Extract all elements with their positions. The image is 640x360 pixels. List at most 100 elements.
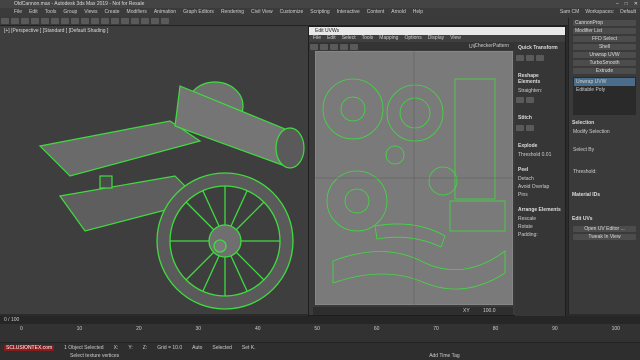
stitch-header[interactable]: Stitch: [515, 113, 565, 123]
uv-menu-file[interactable]: File: [313, 35, 321, 42]
uv-menu-tools[interactable]: Tools: [362, 35, 374, 42]
viewport-label[interactable]: [+] [Perspective ] [Standard ] [Default …: [4, 28, 108, 34]
unlink-icon[interactable]: [31, 18, 39, 24]
align-vertical-icon[interactable]: [526, 55, 534, 61]
uv-menu-options[interactable]: Options: [404, 35, 421, 42]
detach-checkbox[interactable]: Detach: [515, 175, 565, 183]
scale-icon[interactable]: [91, 18, 99, 24]
uv-xy-toggle[interactable]: XY: [463, 308, 470, 314]
turbosmooth-button[interactable]: TurboSmooth: [573, 60, 636, 66]
menu-interactive[interactable]: Interactive: [337, 8, 360, 16]
menu-graph-editors[interactable]: Graph Editors: [183, 8, 214, 16]
stitch-source-icon[interactable]: [516, 125, 524, 131]
render-icon[interactable]: [161, 18, 169, 24]
mirror-icon[interactable]: [111, 18, 119, 24]
stitch-target-icon[interactable]: [526, 125, 534, 131]
reshape-elements-header[interactable]: Reshape Elements: [515, 71, 565, 87]
menu-scripting[interactable]: Scripting: [310, 8, 329, 16]
stack-item-unwrap[interactable]: Unwrap UVW: [574, 78, 635, 86]
selection-rollout[interactable]: Selection: [569, 118, 640, 128]
uv-mirror-icon[interactable]: [350, 44, 358, 50]
menu-modifiers[interactable]: Modifiers: [127, 8, 147, 16]
workspace-dropdown[interactable]: Default: [620, 8, 636, 16]
relax-icon[interactable]: [516, 97, 524, 103]
minimize-button[interactable]: –: [616, 0, 619, 8]
set-key-button[interactable]: Set K.: [242, 345, 256, 351]
maximize-button[interactable]: □: [625, 0, 628, 8]
explode-header[interactable]: Explode: [515, 141, 565, 151]
key-filter-dropdown[interactable]: Selected: [212, 345, 231, 351]
snap-icon[interactable]: [101, 18, 109, 24]
close-button[interactable]: ✕: [634, 0, 638, 8]
menu-file[interactable]: File: [14, 8, 22, 16]
bind-icon[interactable]: [41, 18, 49, 24]
menu-help[interactable]: Help: [413, 8, 423, 16]
render-setup-icon[interactable]: [151, 18, 159, 24]
menu-edit[interactable]: Edit: [29, 8, 38, 16]
menu-rendering[interactable]: Rendering: [221, 8, 244, 16]
rotate-checkbox[interactable]: Rotate: [515, 223, 565, 231]
menu-animation[interactable]: Animation: [154, 8, 176, 16]
pins-label: Pins: [518, 192, 528, 198]
timeline[interactable]: 0 / 100 0 10 20 30 40 50 60 70 80 90 100: [0, 316, 640, 342]
uv-move-icon[interactable]: [310, 44, 318, 50]
move-icon[interactable]: [71, 18, 79, 24]
layer-icon[interactable]: [131, 18, 139, 24]
menu-customize[interactable]: Customize: [280, 8, 304, 16]
uv-scale-icon[interactable]: [330, 44, 338, 50]
uv-zoom-value[interactable]: 100.0: [483, 308, 496, 314]
threshold-field[interactable]: Threshold:: [569, 168, 640, 176]
perspective-viewport[interactable]: [+] [Perspective ] [Standard ] [Default …: [0, 26, 308, 314]
menu-tools[interactable]: Tools: [45, 8, 57, 16]
user-menu[interactable]: Sam CM: [560, 8, 579, 16]
straighten-icon[interactable]: [526, 97, 534, 103]
rescale-checkbox[interactable]: Rescale: [515, 215, 565, 223]
select-by-name-icon[interactable]: [61, 18, 69, 24]
menu-civil-view[interactable]: Civil View: [251, 8, 273, 16]
select-icon[interactable]: [51, 18, 59, 24]
uv-menu-view[interactable]: View: [450, 35, 461, 42]
edit-uvs-rollout[interactable]: Edit UVs: [569, 214, 640, 224]
texture-dropdown[interactable]: CheckerPattern: [474, 42, 509, 50]
unwrap-uvw-button[interactable]: Unwrap UVW: [573, 52, 636, 58]
link-icon[interactable]: [21, 18, 29, 24]
material-editor-icon[interactable]: [141, 18, 149, 24]
track-bar[interactable]: 0 10 20 30 40 50 60 70 80 90 100: [0, 324, 640, 334]
menu-create[interactable]: Create: [105, 8, 120, 16]
workspace-label: Workspaces:: [585, 9, 615, 15]
stack-item-editable-poly[interactable]: Editable Poly: [574, 86, 635, 94]
align-horizontal-icon[interactable]: [516, 55, 524, 61]
ffd-select-button[interactable]: FFD Select: [573, 36, 636, 42]
open-uv-editor-button[interactable]: Open UV Editor ...: [573, 226, 636, 232]
uv-menu-mapping[interactable]: Mapping: [379, 35, 398, 42]
rotate-icon[interactable]: [81, 18, 89, 24]
threshold-spinner[interactable]: 0.01: [542, 152, 552, 158]
align-icon[interactable]: [121, 18, 129, 24]
avoid-overlap-checkbox[interactable]: Avoid Overlap: [515, 183, 565, 191]
quick-transform-header[interactable]: Quick Transform: [515, 43, 565, 53]
peel-header[interactable]: Peel: [515, 165, 565, 175]
object-name-field[interactable]: CannonProp: [573, 20, 636, 26]
modifier-list-dropdown[interactable]: Modifier List: [573, 28, 636, 34]
shell-button[interactable]: Shell: [573, 44, 636, 50]
undo-icon[interactable]: [1, 18, 9, 24]
uv-rotate-icon[interactable]: [320, 44, 328, 50]
redo-icon[interactable]: [11, 18, 19, 24]
uv-menu-display[interactable]: Display: [428, 35, 444, 42]
add-time-tag-button[interactable]: Add Time Tag: [429, 353, 459, 359]
tweak-in-view-button[interactable]: Tweak In View: [573, 234, 636, 240]
rotate-90-icon[interactable]: [536, 55, 544, 61]
extrude-button[interactable]: Extrude: [573, 68, 636, 74]
time-slider[interactable]: 0 / 100: [0, 316, 640, 324]
arrange-elements-header[interactable]: Arrange Elements: [515, 205, 565, 215]
menu-group[interactable]: Group: [63, 8, 77, 16]
uv-canvas[interactable]: [315, 51, 513, 305]
uv-freeform-icon[interactable]: [340, 44, 348, 50]
material-ids-rollout[interactable]: Material IDs: [569, 190, 640, 200]
menu-arnold[interactable]: Arnold: [391, 8, 405, 16]
uv-menu-select[interactable]: Select: [342, 35, 356, 42]
menu-views[interactable]: Views: [84, 8, 97, 16]
menu-content[interactable]: Content: [367, 8, 385, 16]
uv-menu-edit[interactable]: Edit: [327, 35, 336, 42]
auto-key-button[interactable]: Auto: [192, 345, 202, 351]
